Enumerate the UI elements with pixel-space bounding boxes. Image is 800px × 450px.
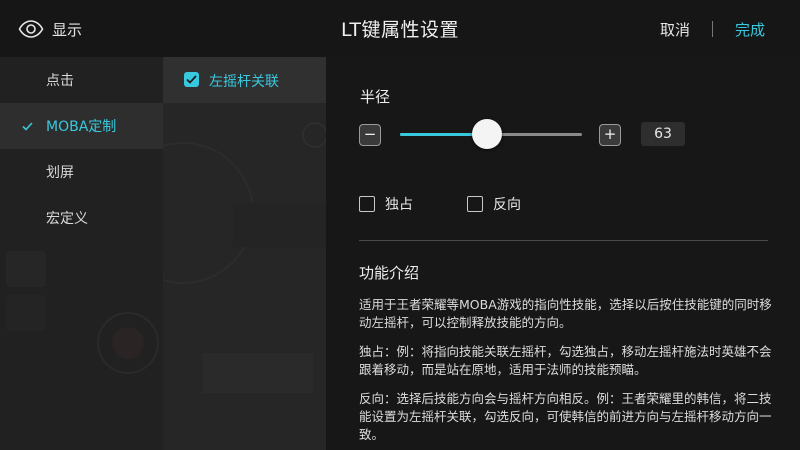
exclusive-label: 独占: [385, 197, 413, 213]
sidebar-item-label: 点击: [46, 73, 74, 89]
radius-value: 63: [641, 122, 685, 146]
title-bar: 显示 LT键属性设置 取消 完成: [0, 0, 800, 57]
left-joystick-link-checkbox[interactable]: [184, 72, 199, 87]
reverse-option[interactable]: 反向: [467, 194, 521, 214]
cancel-button[interactable]: 取消: [660, 19, 690, 40]
option-column: 左摇杆关联: [163, 57, 326, 450]
check-icon: [22, 119, 33, 135]
intro-paragraph: 独占：例：将指向技能关联左摇杆，勾选独占，移动左摇杆施法时英雄不会跟着移动，而是…: [359, 344, 772, 377]
reverse-label: 反向: [493, 197, 521, 213]
intro-paragraph: 反向：选择后技能方向会与摇杆方向相反。例：王者荣耀里的韩信，将二技能设置为左摇杆…: [359, 391, 772, 442]
intro-title: 功能介绍: [359, 264, 420, 282]
sidebar-item-label: 宏定义: [46, 211, 88, 227]
radius-slider[interactable]: [400, 119, 582, 149]
decrease-radius-button[interactable]: −: [359, 124, 381, 146]
intro-paragraph: 适用于王者荣耀等MOBA游戏的指向性技能，选择以后按住技能键的同时移动左摇杆，可…: [359, 297, 772, 330]
sidebar-item-swipe[interactable]: 划屏: [0, 149, 163, 195]
background-joystick-decor: [6, 251, 159, 374]
increase-radius-button[interactable]: +: [599, 124, 621, 146]
sidebar-item-moba[interactable]: MOBA定制: [0, 103, 163, 149]
section-divider: [359, 240, 768, 241]
sidebar-item-click[interactable]: 点击: [0, 57, 163, 103]
left-joystick-link-option[interactable]: 左摇杆关联: [163, 57, 326, 103]
sidebar-item-macro[interactable]: 宏定义: [0, 195, 163, 241]
radius-label: 半径: [360, 88, 391, 106]
sidebar-item-label: 划屏: [46, 165, 74, 181]
exclusive-checkbox[interactable]: [359, 196, 375, 212]
exclusive-option[interactable]: 独占: [359, 194, 413, 214]
settings-panel: 半径 − + 63 独占 反向 功能介绍 适用于王者荣耀等MOBA游戏的指向性技…: [326, 57, 800, 450]
radius-slider-thumb[interactable]: [472, 119, 502, 149]
sidebar-item-label: MOBA定制: [46, 119, 117, 135]
left-joystick-link-label: 左摇杆关联: [209, 74, 279, 90]
background-game-decor: [163, 122, 326, 393]
reverse-checkbox[interactable]: [467, 196, 483, 212]
done-button[interactable]: 完成: [735, 19, 765, 40]
header-divider: [712, 21, 713, 37]
sidebar: 点击 MOBA定制 划屏 宏定义: [0, 57, 163, 450]
